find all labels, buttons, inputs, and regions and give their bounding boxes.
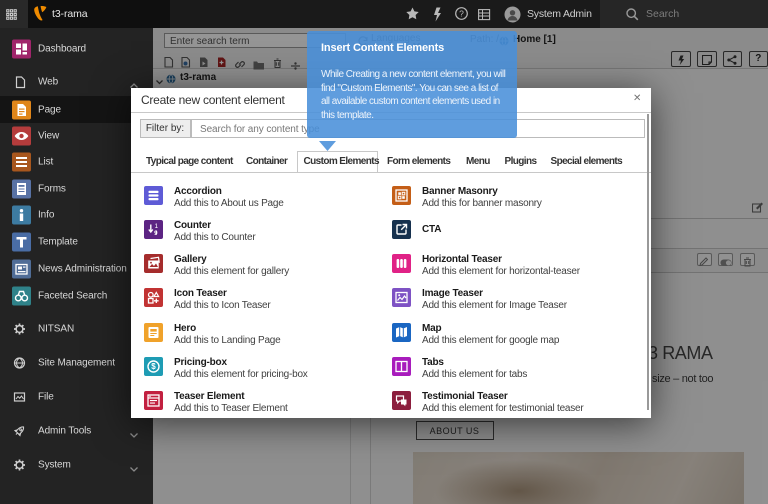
- svg-text:9: 9: [154, 230, 158, 237]
- svg-text:$: $: [151, 362, 156, 371]
- svg-text:1: 1: [155, 223, 159, 230]
- svg-text:?: ?: [459, 9, 464, 19]
